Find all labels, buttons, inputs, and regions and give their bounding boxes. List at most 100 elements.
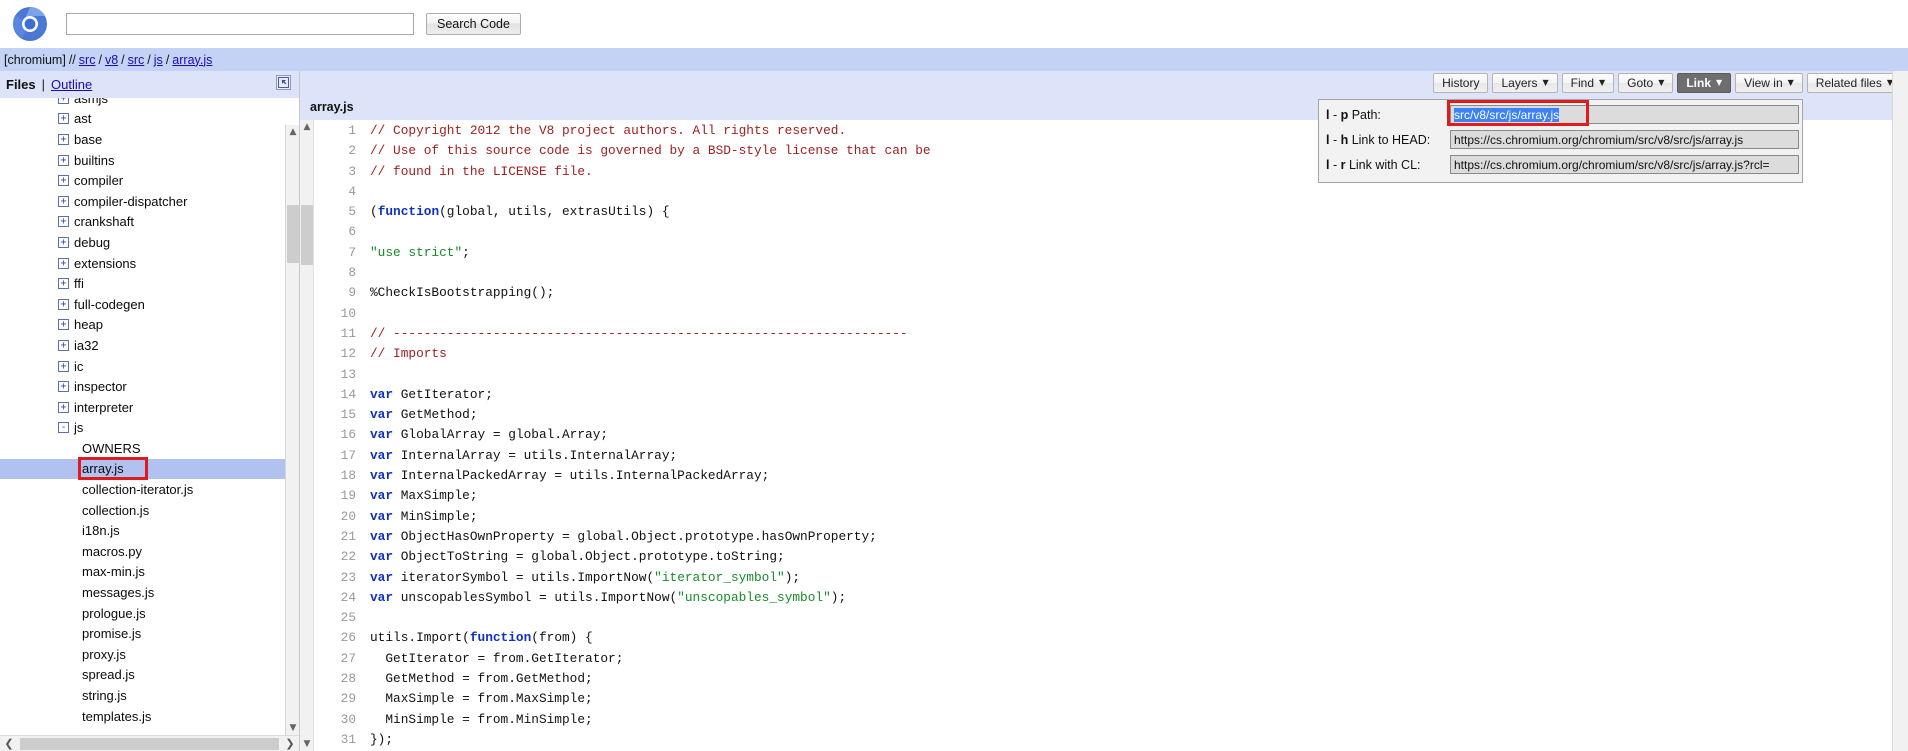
outline-tab[interactable]: Outline <box>51 77 92 92</box>
line-number[interactable]: 7 <box>314 243 370 263</box>
line-number[interactable]: 22 <box>314 547 370 567</box>
chromium-logo-icon[interactable] <box>12 6 48 42</box>
tree-folder-inspector[interactable]: + inspector <box>0 376 299 397</box>
link-field-link-with-cl[interactable]: https://cs.chromium.org/chromium/src/v8/… <box>1450 155 1799 174</box>
tree-file-i18n.js[interactable]: i18n.js <box>0 520 299 541</box>
expand-icon[interactable]: + <box>58 175 69 187</box>
collapse-icon[interactable]: - <box>58 422 69 434</box>
tree-folder-heap[interactable]: + heap <box>0 315 299 336</box>
tree-folder-debug[interactable]: + debug <box>0 232 299 253</box>
toolbar-button-view-in[interactable]: View in ▼ <box>1735 73 1803 93</box>
link-field-path[interactable]: src/v8/src/js/array.js <box>1450 105 1799 124</box>
tree-file-templates.js[interactable]: templates.js <box>0 706 299 727</box>
line-number[interactable]: 12 <box>314 344 370 364</box>
expand-icon[interactable]: + <box>58 278 69 290</box>
tree-folder-base[interactable]: + base <box>0 129 299 150</box>
tree-file-collection-iterator.js[interactable]: collection-iterator.js <box>0 479 299 500</box>
breadcrumb-segment-src[interactable]: src <box>79 53 96 67</box>
expand-icon[interactable]: + <box>58 236 69 248</box>
link-field-link-to-head[interactable]: https://cs.chromium.org/chromium/src/v8/… <box>1450 130 1799 149</box>
line-number[interactable]: 5 <box>314 202 370 222</box>
line-number[interactable]: 17 <box>314 446 370 466</box>
line-number[interactable]: 4 <box>314 182 370 202</box>
tree-folder-compiler-dispatcher[interactable]: + compiler-dispatcher <box>0 191 299 212</box>
file-tree-hscroll-thumb[interactable] <box>20 737 279 750</box>
tree-folder-ast[interactable]: + ast <box>0 109 299 130</box>
tree-folder-ia32[interactable]: + ia32 <box>0 335 299 356</box>
scroll-down-icon[interactable]: ▼ <box>286 721 299 735</box>
tree-file-spread.js[interactable]: spread.js <box>0 665 299 686</box>
line-number[interactable]: 16 <box>314 425 370 445</box>
code-scroll-thumb-left[interactable] <box>301 205 313 265</box>
tree-folder-crankshaft[interactable]: + crankshaft <box>0 212 299 233</box>
tree-file-max-min.js[interactable]: max-min.js <box>0 562 299 583</box>
file-tree-vertical-scrollbar[interactable]: ▲ ▼ <box>285 125 299 735</box>
tree-file-prologue.js[interactable]: prologue.js <box>0 603 299 624</box>
line-number[interactable]: 28 <box>314 669 370 689</box>
toolbar-button-history[interactable]: History <box>1433 73 1489 93</box>
expand-icon[interactable]: + <box>58 113 69 125</box>
line-number[interactable]: 21 <box>314 527 370 547</box>
tree-file-array.js[interactable]: array.js <box>0 458 299 480</box>
line-number[interactable]: 26 <box>314 628 370 648</box>
file-tree-horizontal-scrollbar[interactable]: ❮ ❯ <box>0 735 299 751</box>
expand-icon[interactable]: + <box>58 360 69 372</box>
line-number[interactable]: 24 <box>314 588 370 608</box>
line-number[interactable]: 11 <box>314 324 370 344</box>
breadcrumb-segment-js[interactable]: js <box>154 53 163 67</box>
tree-file-macros.py[interactable]: macros.py <box>0 541 299 562</box>
tree-folder-builtins[interactable]: + builtins <box>0 150 299 171</box>
expand-icon[interactable]: + <box>58 298 69 310</box>
toolbar-button-related-files[interactable]: Related files ▼ <box>1806 73 1902 93</box>
tree-file-messages.js[interactable]: messages.js <box>0 582 299 603</box>
code-left-scrollbar[interactable]: ▲ ▼ <box>300 120 314 751</box>
line-number[interactable]: 2 <box>314 141 370 161</box>
tree-folder-ffi[interactable]: + ffi <box>0 273 299 294</box>
expand-icon[interactable]: + <box>58 257 69 269</box>
scroll-up-icon[interactable]: ▲ <box>286 125 299 139</box>
toolbar-button-link[interactable]: Link ▼ <box>1677 73 1732 93</box>
file-tree-scroll-thumb[interactable] <box>287 205 299 263</box>
chevron-right-icon[interactable]: ❯ <box>281 737 299 750</box>
line-number[interactable]: 15 <box>314 405 370 425</box>
expand-icon[interactable]: + <box>58 381 69 393</box>
line-number[interactable]: 30 <box>314 710 370 730</box>
collapse-panel-icon[interactable] <box>276 75 291 90</box>
tree-file-promise.js[interactable]: promise.js <box>0 623 299 644</box>
tree-folder-js[interactable]: - js <box>0 418 299 439</box>
tree-file-proxy.js[interactable]: proxy.js <box>0 644 299 665</box>
line-number[interactable]: 1 <box>314 121 370 141</box>
expand-icon[interactable]: + <box>58 319 69 331</box>
page-vertical-scrollbar[interactable] <box>1892 71 1908 751</box>
line-number[interactable]: 18 <box>314 466 370 486</box>
tree-file-OWNERS[interactable]: OWNERS <box>0 438 299 459</box>
search-input[interactable] <box>66 13 414 35</box>
tree-folder-asmjs[interactable]: + asmjs <box>0 98 299 109</box>
tree-file-collection.js[interactable]: collection.js <box>0 500 299 521</box>
toolbar-button-goto[interactable]: Goto ▼ <box>1618 73 1674 93</box>
toolbar-button-find[interactable]: Find ▼ <box>1561 73 1615 93</box>
expand-icon[interactable]: + <box>58 133 69 145</box>
line-number[interactable]: 14 <box>314 385 370 405</box>
tree-folder-compiler[interactable]: + compiler <box>0 170 299 191</box>
code-scroll-down-icon[interactable]: ▼ <box>300 737 314 751</box>
line-number[interactable]: 3 <box>314 162 370 182</box>
breadcrumb-segment-src[interactable]: src <box>128 53 145 67</box>
expand-icon[interactable]: + <box>58 216 69 228</box>
line-number[interactable]: 20 <box>314 507 370 527</box>
files-tab[interactable]: Files <box>6 77 36 92</box>
line-number[interactable]: 29 <box>314 689 370 709</box>
breadcrumb-segment-array-js[interactable]: array.js <box>172 53 212 67</box>
code-scroll-up-icon[interactable]: ▲ <box>300 120 314 134</box>
search-code-button[interactable]: Search Code <box>426 13 521 35</box>
line-number[interactable]: 19 <box>314 486 370 506</box>
code-lines[interactable]: 1// Copyright 2012 the V8 project author… <box>314 120 1893 751</box>
line-number[interactable]: 8 <box>314 263 370 283</box>
line-number[interactable]: 9 <box>314 283 370 303</box>
expand-icon[interactable]: + <box>58 154 69 166</box>
expand-icon[interactable]: + <box>58 401 69 413</box>
expand-icon[interactable]: + <box>58 195 69 207</box>
breadcrumb-segment-v8[interactable]: v8 <box>105 53 118 67</box>
tree-folder-extensions[interactable]: + extensions <box>0 253 299 274</box>
tree-folder-interpreter[interactable]: + interpreter <box>0 397 299 418</box>
